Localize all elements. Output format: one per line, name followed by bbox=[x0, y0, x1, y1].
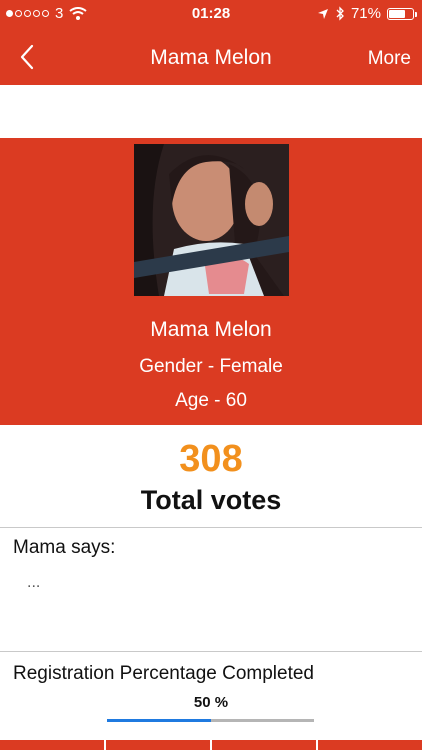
profile-header: Mama Melon Gender - Female Age - 60 bbox=[0, 138, 422, 425]
profile-photo[interactable] bbox=[134, 144, 289, 296]
registration-progress-fill bbox=[107, 719, 211, 722]
location-arrow-icon bbox=[317, 8, 328, 19]
status-bar: 3 01:28 71% bbox=[0, 0, 422, 28]
profile-photo-art bbox=[134, 144, 289, 296]
tab-button[interactable] bbox=[212, 740, 316, 750]
divider bbox=[0, 651, 422, 652]
registration-label: Registration Percentage Completed bbox=[13, 663, 315, 684]
bluetooth-icon bbox=[336, 6, 344, 21]
battery-percent: 71% bbox=[350, 5, 381, 22]
nav-bar: Mama Melon More bbox=[0, 28, 422, 85]
says-text: ... bbox=[27, 574, 41, 591]
registration-value: 50 % bbox=[193, 694, 229, 711]
profile-gender: Gender - Female bbox=[139, 356, 283, 377]
status-right: 71% bbox=[317, 5, 417, 22]
profile-name: Mama Melon bbox=[150, 318, 272, 341]
battery-fill bbox=[389, 9, 405, 18]
tab-button[interactable] bbox=[318, 740, 422, 750]
votes-label: Total votes bbox=[140, 485, 282, 515]
divider bbox=[0, 527, 422, 528]
tab-button[interactable] bbox=[0, 740, 104, 750]
registration-progress-bar bbox=[107, 719, 314, 722]
nav-title: Mama Melon bbox=[150, 46, 272, 69]
profile-age: Age - 60 bbox=[175, 390, 247, 411]
says-label: Mama says: bbox=[13, 537, 116, 558]
tab-button[interactable] bbox=[106, 740, 210, 750]
votes-count: 308 bbox=[179, 438, 243, 480]
battery-icon bbox=[387, 7, 417, 20]
bottom-tab-bar bbox=[0, 740, 422, 750]
more-button[interactable]: More bbox=[368, 48, 411, 70]
